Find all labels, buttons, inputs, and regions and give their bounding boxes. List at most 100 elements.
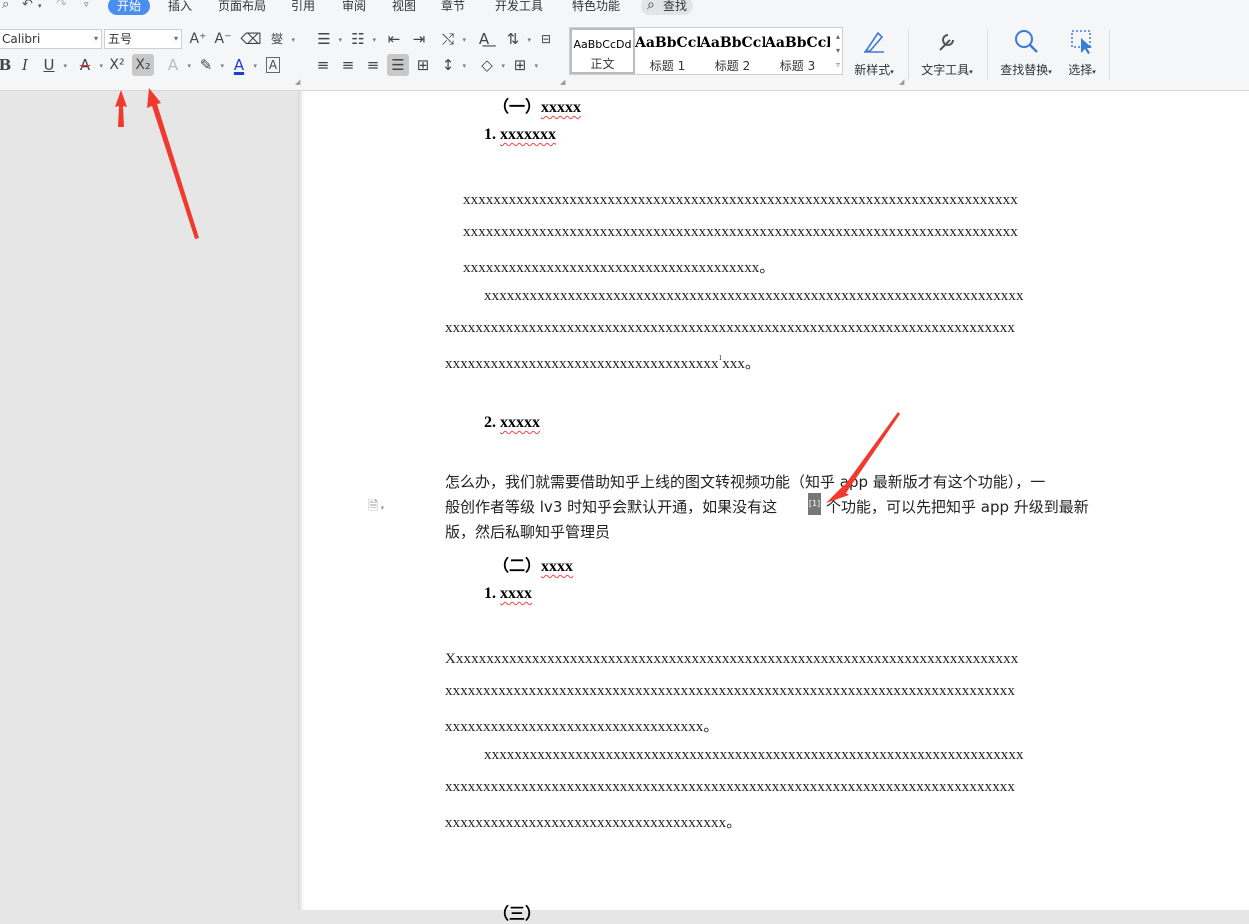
font-size-value: 五号 — [108, 32, 133, 46]
section-title: xxxx — [541, 558, 574, 575]
paragraph-line[interactable]: xxxxxxxxxxxxxxxxxxxxxxxxxxxxxxxxxxxxxxxx… — [484, 288, 1024, 305]
section-heading-2[interactable]: （二）xxxx — [493, 552, 573, 576]
quick-access-dropdown-icon[interactable]: ▿ — [84, 0, 89, 10]
chevron-down-icon[interactable]: ▾ — [836, 44, 840, 58]
sort-button[interactable]: ⇅ ▾ — [502, 28, 531, 50]
undo-icon[interactable]: ↶ — [22, 0, 33, 12]
outdent-icon: ⇤ — [387, 30, 401, 48]
paragraph-dialog-launcher-icon[interactable]: ◢ — [560, 78, 565, 86]
subscript-button[interactable]: X₂ — [132, 54, 154, 76]
tab-references[interactable]: 引用 — [291, 0, 315, 13]
paragraph-line[interactable]: xxxxxxxxxxxxxxxxxxxxxxxxxxxxxxxxxxxxxxx。 — [463, 256, 775, 277]
style-heading-3[interactable]: AaBbCcl 标题 3 — [765, 28, 830, 74]
paragraph-line-cn[interactable]: 怎么办，我们就需要借助知乎上线的图文转视频功能（知乎 app 最新版才有这个功能… — [445, 471, 1045, 492]
chinese-layout-icon: ⤭ — [441, 30, 454, 48]
new-style-button[interactable]: 新样式▾ — [851, 27, 897, 78]
shading-button[interactable]: ◇ ▾ — [476, 54, 505, 76]
numbered-list-button[interactable]: ☷ ▾ — [347, 28, 376, 50]
tab-features[interactable]: 特色功能 — [572, 0, 620, 13]
item-heading-3[interactable]: 1. xxxx — [484, 585, 532, 603]
underline-button[interactable]: U ▾ — [38, 54, 68, 76]
paragraph-line[interactable]: xxxxxxxxxxxxxxxxxxxxxxxxxxxxxxxxxx。 — [445, 715, 719, 736]
paragraph-line[interactable]: Xxxxxxxxxxxxxxxxxxxxxxxxxxxxxxxxxxxxxxxx… — [445, 651, 1018, 668]
section-heading-3-partial[interactable]: （三） — [493, 900, 541, 924]
paragraph-line-cn[interactable]: 版，然后私聊知乎管理员 — [445, 521, 610, 542]
chevron-down-icon: ▾ — [63, 62, 67, 70]
tab-view[interactable]: 视图 — [392, 0, 416, 13]
paragraph-line[interactable]: xxxxxxxxxxxxxxxxxxxxxxxxxxxxxxxxxxxxxxxx… — [484, 747, 1024, 764]
chevron-up-icon[interactable]: ▴ — [836, 30, 840, 44]
style-normal[interactable]: AaBbCcDd 正文 — [570, 28, 635, 74]
distributed-button[interactable]: ⊞ — [412, 54, 434, 76]
select-cursor-icon — [1071, 30, 1092, 54]
paragraph-line[interactable]: xxxxxxxxxxxxxxxxxxxxxxxxxxxxxxxxxxxxxxxx… — [445, 683, 1015, 700]
text-run: xxx。 — [722, 356, 761, 372]
phonetic-icon: 燮 — [270, 32, 283, 46]
highlight-button[interactable]: ✎ ▾ — [195, 54, 224, 76]
increase-indent-button[interactable]: ⇥ — [408, 28, 430, 50]
styles-scroll[interactable]: ▴ ▾ ▿ — [836, 30, 840, 72]
italic-button[interactable]: I — [14, 54, 36, 76]
chevron-down-icon: ▾ — [534, 62, 538, 70]
text-effect-button[interactable]: A ▾ — [162, 54, 191, 76]
clear-format-button[interactable]: ⌫ — [240, 28, 262, 50]
show-marks-button[interactable]: ⊟ — [535, 28, 557, 50]
align-right-icon: ≡ — [366, 56, 380, 74]
paragraph-line[interactable]: xxxxxxxxxxxxxxxxxxxxxxxxxxxxxxxxxxxxxxxx… — [445, 779, 1015, 796]
tab-review[interactable]: 审阅 — [342, 0, 366, 13]
font-name-select[interactable]: Calibri ▾ — [0, 29, 102, 49]
section-heading-1[interactable]: （一）xxxxx — [493, 93, 581, 117]
tab-home[interactable]: 开始 — [108, 0, 151, 15]
item-heading-2[interactable]: 2. xxxxx — [484, 414, 540, 432]
grow-font-button[interactable]: A⁺ — [187, 28, 209, 50]
menu-search-box[interactable]: ⌕ 查找 — [641, 0, 693, 15]
footnote-reference[interactable]: [1] — [808, 493, 821, 515]
sort-icon: ⇅ — [506, 30, 520, 48]
decrease-indent-button[interactable]: ⇤ — [383, 28, 405, 50]
item-heading-1[interactable]: 1. xxxxxxx — [484, 126, 556, 144]
char-border-button[interactable]: A — [262, 54, 284, 76]
paragraph-line[interactable]: xxxxxxxxxxxxxxxxxxxxxxxxxxxxxxxxxxxxx。 — [445, 811, 741, 832]
bullet-list-button[interactable]: ☰ ▾ — [313, 28, 342, 50]
expand-icon[interactable]: ▿ — [836, 58, 840, 72]
style-heading-1[interactable]: AaBbCcl 标题 1 — [635, 28, 700, 74]
font-dialog-launcher-icon[interactable]: ◢ — [295, 78, 300, 86]
borders-button[interactable]: ⊞ ▾ — [509, 54, 538, 76]
text-direction-button[interactable]: A͟ — [473, 28, 495, 50]
undo-dropdown-icon[interactable]: ▾ — [38, 2, 42, 10]
font-size-select[interactable]: 五号 ▾ — [104, 29, 182, 49]
superscript-button[interactable]: X² — [106, 54, 128, 76]
justify-button[interactable]: ☰ — [387, 54, 409, 76]
select-button[interactable]: 选择▾ — [1064, 27, 1100, 78]
chinese-layout-button[interactable]: ⤭ ▾ — [437, 28, 466, 50]
line-spacing-button[interactable]: ↕ ▾ — [437, 54, 466, 76]
tab-developer[interactable]: 开发工具 — [495, 0, 543, 13]
strikethrough-button[interactable]: A ▾ — [74, 54, 103, 76]
paragraph-line[interactable]: xxxxxxxxxxxxxxxxxxxxxxxxxxxxxxxxxxxxxxxx… — [463, 224, 1018, 241]
paragraph-line-cn[interactable]: 个功能，可以先把知乎 app 升级到最新 — [826, 496, 1089, 517]
text-tools-button[interactable]: 文字工具▾ — [918, 27, 976, 78]
chevron-down-icon: ▾ — [969, 68, 973, 76]
align-center-button[interactable]: ≡ — [337, 54, 359, 76]
style-heading-2[interactable]: AaBbCcI 标题 2 — [700, 28, 765, 74]
phonetic-guide-button[interactable]: 燮 ▾ — [266, 28, 295, 50]
paragraph-line[interactable]: xxxxxxxxxxxxxxxxxxxxxxxxxxxxxxxxxxxxxxxx… — [445, 320, 1015, 337]
tab-insert[interactable]: 插入 — [168, 0, 192, 13]
paragraph-menu-icon[interactable]: 🗎 ▾ — [368, 497, 384, 519]
paragraph-line[interactable]: xxxxxxxxxxxxxxxxxxxxxxxxxxxxxxxxxxxx1xxx… — [445, 352, 760, 373]
text-tools-label: 文字工具 — [921, 63, 970, 77]
font-color-button[interactable]: A ▾ — [228, 54, 257, 76]
align-right-button[interactable]: ≡ — [362, 54, 384, 76]
search-quick-icon[interactable]: ⌕ — [2, 0, 9, 12]
shrink-font-button[interactable]: A⁻ — [212, 28, 234, 50]
left-gray-area — [0, 91, 302, 910]
tab-chapter[interactable]: 章节 — [441, 0, 465, 13]
paragraph-line-cn[interactable]: 般创作者等级 lv3 时知乎会默认开通，如果没有这 — [445, 496, 777, 517]
tab-page-layout[interactable]: 页面布局 — [218, 0, 266, 13]
paragraph-line[interactable]: xxxxxxxxxxxxxxxxxxxxxxxxxxxxxxxxxxxxxxxx… — [463, 192, 1018, 209]
styles-dialog-launcher-icon[interactable]: ◢ — [899, 78, 904, 86]
find-replace-button[interactable]: 查找替换▾ — [997, 27, 1055, 78]
align-left-button[interactable]: ≡ — [312, 54, 334, 76]
redo-icon[interactable]: ↷ — [56, 0, 67, 12]
ribbon-divider — [908, 30, 909, 80]
